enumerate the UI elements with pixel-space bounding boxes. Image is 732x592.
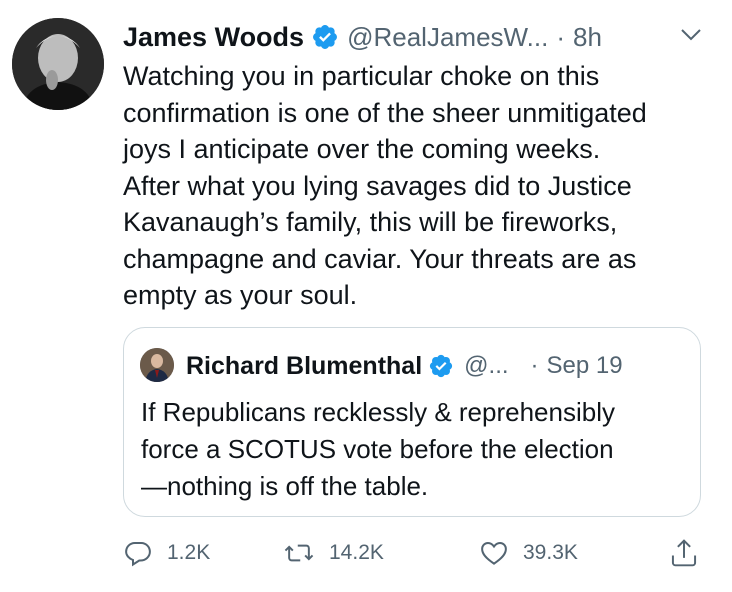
- verified-badge-icon: [311, 23, 339, 51]
- heart-icon: [479, 538, 509, 568]
- tweet-text: Watching you in particular choke on this…: [123, 61, 647, 310]
- separator-dot: ·: [530, 352, 539, 379]
- share-icon: [669, 537, 699, 569]
- quoted-tweet-header: Richard Blumenthal @... · Sep 19: [186, 348, 623, 384]
- quoted-author-name: Richard Blumenthal: [186, 351, 423, 380]
- reply-count: 1.2K: [167, 541, 211, 564]
- tweet-header: James Woods @RealJamesW... · 8h: [123, 20, 602, 54]
- separator-dot: ·: [556, 21, 565, 52]
- author-handle[interactable]: @RealJamesW...: [347, 22, 548, 53]
- quoted-tweet[interactable]: Richard Blumenthal @... · Sep 19 If Repu…: [123, 327, 701, 517]
- tweet-actions: 1.2K 14.2K 39.3K: [123, 533, 713, 573]
- reply-button[interactable]: 1.2K: [123, 533, 210, 573]
- retweet-count: 14.2K: [329, 541, 384, 564]
- retweet-button[interactable]: 14.2K: [283, 533, 384, 573]
- tweet-timestamp[interactable]: 8h: [573, 22, 602, 53]
- quoted-author-handle: @...: [464, 352, 509, 379]
- retweet-icon: [283, 538, 315, 568]
- quoted-author-avatar: [140, 348, 174, 382]
- reply-icon: [123, 538, 153, 568]
- tweet[interactable]: James Woods @RealJamesW... · 8h Watching…: [0, 0, 732, 592]
- author-name[interactable]: James Woods: [123, 22, 304, 53]
- author-avatar[interactable]: [12, 18, 104, 110]
- verified-badge-icon: [428, 353, 454, 379]
- share-button[interactable]: [669, 533, 699, 573]
- like-button[interactable]: 39.3K: [479, 533, 578, 573]
- quoted-tweet-timestamp: Sep 19: [546, 352, 623, 379]
- chevron-down-icon[interactable]: [679, 24, 703, 44]
- like-count: 39.3K: [523, 541, 578, 564]
- quoted-tweet-text: If Republicans recklessly & reprehensibl…: [141, 397, 615, 501]
